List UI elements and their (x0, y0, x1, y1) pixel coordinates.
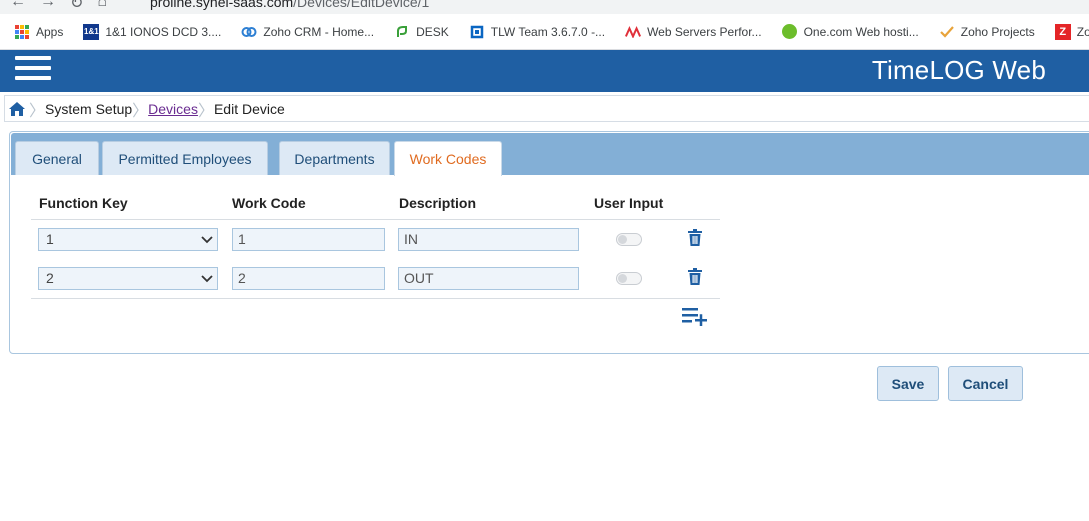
description-input[interactable]: IN (398, 228, 579, 251)
chevron-right-icon: 〉 (197, 102, 214, 120)
desk-icon (394, 24, 410, 40)
bookmark-label: DESK (416, 24, 449, 39)
column-header-description: Description (399, 195, 477, 211)
url-path: /Devices/EditDevice/1 (293, 0, 430, 10)
bookmark-web-servers[interactable]: Web Servers Perfor... (625, 24, 762, 40)
bookmark-desk[interactable]: DESK (394, 24, 449, 40)
home-icon[interactable]: ⌂ (97, 0, 107, 13)
url-host: proline.synel-saas.com (150, 0, 294, 10)
column-header-user-input: User Input (594, 195, 664, 211)
header-divider (31, 219, 720, 220)
chevron-down-icon (201, 236, 213, 244)
home-icon[interactable] (5, 96, 29, 121)
bookmark-label: Zoho I (1076, 24, 1089, 39)
tab-bar: General Permitted Employees Departments … (11, 133, 1089, 176)
menu-icon[interactable] (15, 56, 51, 86)
description-input[interactable]: OUT (398, 267, 579, 290)
bookmark-apps[interactable]: Apps (14, 24, 63, 40)
zoho-projects-icon (939, 24, 955, 40)
tab-departments[interactable]: Departments (279, 141, 390, 175)
reload-icon[interactable]: ↻ (70, 0, 83, 13)
bookmarks-bar: Apps 1&1 1&1 IONOS DCD 3.... Zoho CRM - … (0, 14, 1089, 50)
bookmark-zoho-crm[interactable]: Zoho CRM - Home... (241, 24, 374, 40)
user-input-toggle[interactable] (616, 233, 642, 246)
chevron-down-icon (201, 275, 213, 283)
back-icon[interactable]: ← (10, 0, 26, 13)
browser-toolbar: ← → ↻ ⌂ proline.synel-saas.com/Devices/E… (0, 0, 1089, 14)
function-key-select[interactable]: 1 (38, 228, 218, 251)
bookmark-label: One.com Web hosti... (803, 24, 919, 39)
apps-grid-icon (14, 24, 30, 40)
browser-nav: ← → ↻ ⌂ (10, 0, 107, 13)
bookmark-label: 1&1 IONOS DCD 3.... (105, 24, 222, 39)
bookmark-label: Zoho CRM - Home... (263, 24, 375, 39)
bookmark-tlw[interactable]: TLW Team 3.6.7.0 -... (469, 24, 605, 40)
tab-general[interactable]: General (15, 141, 99, 175)
ionos-icon: 1&1 (83, 23, 100, 40)
address-bar[interactable]: proline.synel-saas.com/Devices/EditDevic… (150, 0, 429, 10)
brand-title: TimeLOG Web (871, 55, 1046, 85)
column-header-function-key: Function Key (39, 195, 128, 211)
chevron-right-icon: 〉 (29, 102, 46, 120)
bookmark-label: Zoho Projects (960, 24, 1035, 39)
web-servers-icon (625, 24, 642, 40)
work-code-input[interactable]: 1 (232, 228, 385, 251)
bookmark-label: Web Servers Perfor... (647, 24, 762, 39)
breadcrumb: 〉 System Setup 〉 Devices 〉 Edit Device (4, 95, 1089, 122)
save-button[interactable]: Save (877, 366, 939, 401)
breadcrumb-system-setup: System Setup (45, 100, 133, 117)
bookmark-label: TLW Team 3.6.7.0 -... (490, 24, 606, 39)
tlw-icon (469, 24, 485, 40)
chevron-right-icon: 〉 (132, 102, 149, 120)
bookmark-ionos[interactable]: 1&1 1&1 IONOS DCD 3.... (83, 23, 222, 40)
work-code-input[interactable]: 2 (232, 267, 385, 290)
forward-icon[interactable]: → (40, 0, 56, 13)
table-bottom-divider (31, 298, 720, 299)
cancel-button[interactable]: Cancel (948, 366, 1023, 401)
onecom-icon (782, 24, 798, 40)
function-key-value: 1 (46, 231, 54, 247)
tab-permitted-employees[interactable]: Permitted Employees (102, 141, 268, 175)
bookmark-zoho-projects[interactable]: Zoho Projects (939, 24, 1035, 40)
add-row-icon[interactable] (681, 306, 709, 326)
tab-work-codes[interactable]: Work Codes (394, 141, 502, 176)
bookmark-label: Apps (36, 24, 64, 39)
app-header: TimeLOG Web (0, 50, 1089, 92)
bookmark-onecom[interactable]: One.com Web hosti... (782, 24, 919, 40)
trash-icon[interactable] (687, 268, 703, 286)
zoho-icon: Z (1054, 23, 1071, 40)
zoho-crm-icon (241, 24, 257, 40)
column-header-work-code: Work Code (232, 195, 306, 211)
user-input-toggle[interactable] (616, 272, 642, 285)
function-key-value: 2 (46, 270, 54, 286)
breadcrumb-devices-link[interactable]: Devices (148, 101, 198, 117)
function-key-select[interactable]: 2 (38, 267, 218, 290)
breadcrumb-edit-device: Edit Device (213, 100, 285, 117)
bookmark-zoho[interactable]: Z Zoho I (1054, 23, 1089, 40)
trash-icon[interactable] (687, 229, 703, 247)
